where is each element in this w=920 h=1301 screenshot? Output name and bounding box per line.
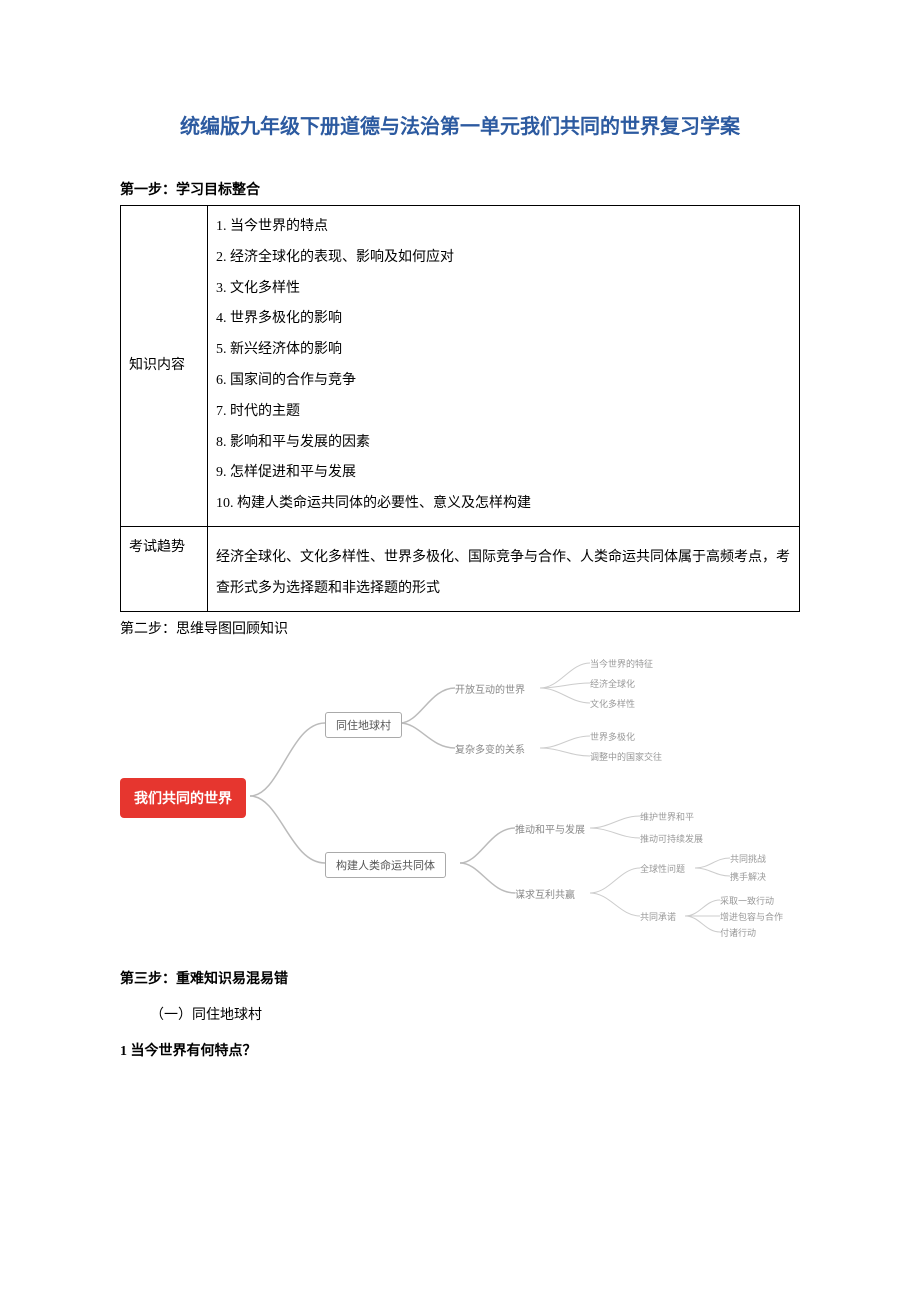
list-item: 7. 时代的主题 bbox=[216, 397, 791, 428]
mindmap-branch2: 构建人类命运共同体 bbox=[325, 852, 446, 878]
list-item: 6. 国家间的合作与竞争 bbox=[216, 366, 791, 397]
trend-content-cell: 经济全球化、文化多样性、世界多极化、国际竞争与合作、人类命运共同体属于高频考点，… bbox=[208, 526, 800, 611]
list-item: 3. 文化多样性 bbox=[216, 274, 791, 305]
document-title: 统编版九年级下册道德与法治第一单元我们共同的世界复习学案 bbox=[120, 110, 800, 139]
mindmap-node: 谋求互利共赢 bbox=[515, 886, 575, 901]
mindmap-leaf: 世界多极化 bbox=[590, 730, 635, 743]
subsection-heading: （一）同住地球村 bbox=[150, 1004, 800, 1024]
list-item: 2. 经济全球化的表现、影响及如何应对 bbox=[216, 243, 791, 274]
row-label-knowledge: 知识内容 bbox=[121, 206, 208, 527]
knowledge-content-cell: 1. 当今世界的特点 2. 经济全球化的表现、影响及如何应对 3. 文化多样性 … bbox=[208, 206, 800, 527]
row-label-trend: 考试趋势 bbox=[121, 526, 208, 611]
step1-label: 第一步：学习目标整合 bbox=[120, 179, 800, 199]
mindmap-leaf: 付诸行动 bbox=[720, 926, 756, 939]
mindmap-node: 开放互动的世界 bbox=[455, 681, 525, 696]
list-item: 4. 世界多极化的影响 bbox=[216, 304, 791, 335]
mindmap-leaf: 共同挑战 bbox=[730, 852, 766, 865]
list-item: 8. 影响和平与发展的因素 bbox=[216, 428, 791, 459]
mindmap-leaf: 携手解决 bbox=[730, 870, 766, 883]
list-item: 9. 怎样促进和平与发展 bbox=[216, 458, 791, 489]
mindmap-leaf: 经济全球化 bbox=[590, 677, 635, 690]
mindmap-diagram: 我们共同的世界 同住地球村 构建人类命运共同体 开放互动的世界 复杂多变的关系 … bbox=[120, 648, 800, 948]
list-item: 10. 构建人类命运共同体的必要性、意义及怎样构建 bbox=[216, 489, 791, 520]
mindmap-node: 复杂多变的关系 bbox=[455, 741, 525, 756]
mindmap-leaf: 当今世界的特征 bbox=[590, 657, 653, 670]
table-row: 知识内容 1. 当今世界的特点 2. 经济全球化的表现、影响及如何应对 3. 文… bbox=[121, 206, 800, 527]
mindmap-leaf: 增进包容与合作 bbox=[720, 910, 783, 923]
step3-label: 第三步：重难知识易混易错 bbox=[120, 968, 800, 988]
mindmap-leaf: 采取一致行动 bbox=[720, 894, 774, 907]
mindmap-node: 全球性问题 bbox=[640, 862, 685, 875]
objectives-table: 知识内容 1. 当今世界的特点 2. 经济全球化的表现、影响及如何应对 3. 文… bbox=[120, 205, 800, 612]
mindmap-leaf: 调整中的国家交往 bbox=[590, 750, 662, 763]
mindmap-branch1: 同住地球村 bbox=[325, 712, 402, 738]
question-heading: 1 当今世界有何特点？ bbox=[120, 1040, 800, 1060]
list-item: 5. 新兴经济体的影响 bbox=[216, 335, 791, 366]
list-item: 1. 当今世界的特点 bbox=[216, 212, 791, 243]
table-row: 考试趋势 经济全球化、文化多样性、世界多极化、国际竞争与合作、人类命运共同体属于… bbox=[121, 526, 800, 611]
mindmap-root: 我们共同的世界 bbox=[120, 778, 246, 818]
mindmap-leaf: 推动可持续发展 bbox=[640, 832, 703, 845]
mindmap-node: 推动和平与发展 bbox=[515, 821, 585, 836]
mindmap-leaf: 维护世界和平 bbox=[640, 810, 694, 823]
mindmap-node: 共同承诺 bbox=[640, 910, 676, 923]
step2-label: 第二步：思维导图回顾知识 bbox=[120, 618, 800, 638]
mindmap-leaf: 文化多样性 bbox=[590, 697, 635, 710]
